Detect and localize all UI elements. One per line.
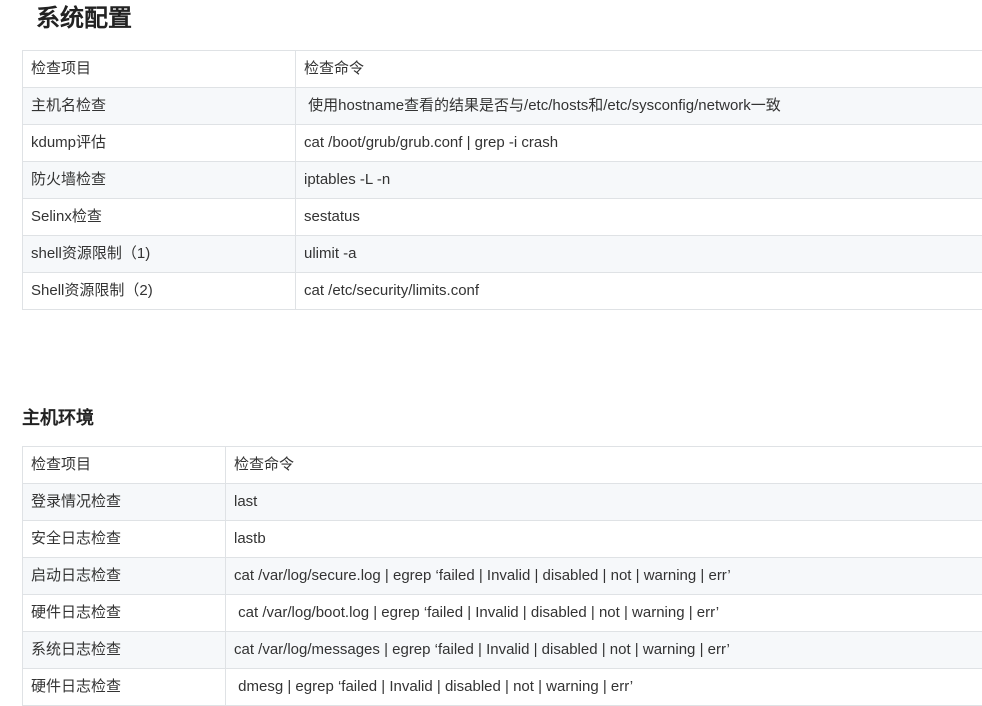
check-command-cell: cat /var/log/secure.log | egrep ‘failed … [226,558,982,595]
check-command-cell: 使用hostname查看的结果是否与/etc/hosts和/etc/syscon… [296,88,982,125]
table-row: 登录情况检查 last [23,484,982,521]
check-item-cell: 防火墙检查 [23,162,296,199]
check-item-cell: kdump评估 [23,125,296,162]
table-row: 硬件日志检查 dmesg | egrep ‘failed | Invalid |… [23,669,982,706]
section-title-host-environment: 主机环境 [22,404,94,432]
check-item-cell: 系统日志检查 [23,632,226,669]
table-row: kdump评估 cat /boot/grub/grub.conf | grep … [23,125,982,162]
check-command-cell: cat /boot/grub/grub.conf | grep -i crash [296,125,982,162]
table-row: Shell资源限制（2) cat /etc/security/limits.co… [23,273,982,310]
table-row: 硬件日志检查 cat /var/log/boot.log | egrep ‘fa… [23,595,982,632]
table-row: 安全日志检查 lastb [23,521,982,558]
check-command-cell: cat /var/log/boot.log | egrep ‘failed | … [226,595,982,632]
table-row: Selinx检查 sestatus [23,199,982,236]
system-config-table: 检查项目 检查命令 主机名检查 使用hostname查看的结果是否与/etc/h… [22,50,982,310]
check-command-cell: last [226,484,982,521]
check-command-cell: cat /etc/security/limits.conf [296,273,982,310]
check-item-cell: 硬件日志检查 [23,595,226,632]
header-check-command: 检查命令 [226,447,982,484]
section-title-system-config: 系统配置 [36,2,132,36]
check-command-cell: iptables -L -n [296,162,982,199]
check-item-cell: 硬件日志检查 [23,669,226,706]
table-row: 防火墙检查 iptables -L -n [23,162,982,199]
header-check-command: 检查命令 [296,51,982,88]
check-item-cell: shell资源限制（1) [23,236,296,273]
check-command-cell: dmesg | egrep ‘failed | Invalid | disabl… [226,669,982,706]
table-row: shell资源限制（1) ulimit -a [23,236,982,273]
check-command-cell: cat /var/log/messages | egrep ‘failed | … [226,632,982,669]
check-item-cell: 登录情况检查 [23,484,226,521]
table-header-row: 检查项目 检查命令 [23,51,982,88]
check-item-cell: 安全日志检查 [23,521,226,558]
table-row: 系统日志检查 cat /var/log/messages | egrep ‘fa… [23,632,982,669]
check-command-cell: sestatus [296,199,982,236]
header-check-item: 检查项目 [23,447,226,484]
check-command-cell: lastb [226,521,982,558]
check-item-cell: Shell资源限制（2) [23,273,296,310]
check-item-cell: Selinx检查 [23,199,296,236]
check-item-cell: 主机名检查 [23,88,296,125]
check-command-cell: ulimit -a [296,236,982,273]
header-check-item: 检查项目 [23,51,296,88]
table-header-row: 检查项目 检查命令 [23,447,982,484]
host-environment-table: 检查项目 检查命令 登录情况检查 last 安全日志检查 lastb 启动日志检… [22,446,982,706]
check-item-cell: 启动日志检查 [23,558,226,595]
table-row: 启动日志检查 cat /var/log/secure.log | egrep ‘… [23,558,982,595]
table-row: 主机名检查 使用hostname查看的结果是否与/etc/hosts和/etc/… [23,88,982,125]
